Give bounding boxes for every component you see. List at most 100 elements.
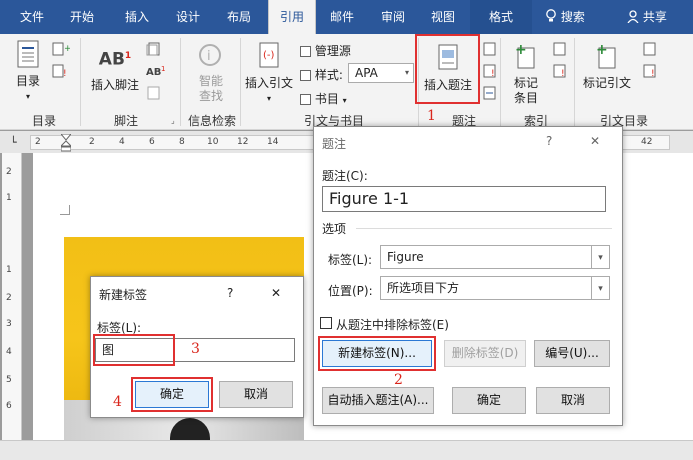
- add-text-icon[interactable]: +: [52, 42, 72, 59]
- chevron-down-icon: ▾: [266, 94, 271, 103]
- annotation-step-3: 3: [191, 341, 200, 357]
- tab-layout[interactable]: 布局: [219, 0, 259, 34]
- annotation-step-2: 2: [394, 372, 403, 388]
- next-footnote-icon[interactable]: AB 1: [146, 64, 168, 81]
- show-notes-icon[interactable]: [146, 86, 162, 103]
- position-dropdown[interactable]: 所选项目下方 ▾: [380, 276, 610, 300]
- chevron-down-icon: ▾: [404, 68, 409, 77]
- highlight-ok-button: [131, 377, 213, 412]
- share-button[interactable]: 共享: [622, 0, 672, 34]
- toc-button[interactable]: 目录 ▾: [8, 40, 48, 106]
- margin-corner-mark: [60, 205, 70, 215]
- group-separator: [180, 38, 181, 126]
- tab-review[interactable]: 审阅: [373, 0, 413, 34]
- annotation-step-4: 4: [113, 394, 122, 410]
- highlight-new-label: [318, 336, 436, 371]
- lightbulb-icon: [546, 9, 556, 22]
- footnote-icon: AB1: [98, 49, 132, 70]
- cross-reference-icon[interactable]: [482, 86, 498, 103]
- tab-view[interactable]: 视图: [423, 0, 463, 34]
- svg-text:+: +: [596, 42, 608, 58]
- dialog-launcher-icon[interactable]: ⌟: [171, 116, 175, 125]
- dialog-title: 题注: [322, 137, 347, 151]
- autocaption-button[interactable]: 自动插入题注(A)...: [322, 387, 434, 414]
- new-label-cancel-button[interactable]: 取消: [219, 381, 293, 408]
- update-table-icon[interactable]: !: [52, 64, 70, 81]
- group-label-toc: 目录: [31, 114, 56, 128]
- insert-table-of-figures-icon[interactable]: [482, 42, 498, 59]
- tab-insert[interactable]: 插入: [117, 0, 157, 34]
- close-icon[interactable]: ✕: [590, 134, 600, 148]
- svg-text:!: !: [561, 69, 565, 78]
- person-icon: [627, 10, 639, 24]
- update-index-icon[interactable]: !: [552, 64, 568, 81]
- divider: [356, 228, 612, 229]
- group-separator: [574, 38, 575, 126]
- update-toa-icon[interactable]: !: [642, 64, 658, 81]
- caption-cancel-button[interactable]: 取消: [536, 387, 610, 414]
- chevron-down-icon: ▾: [591, 246, 609, 268]
- tab-references[interactable]: 引用: [268, 0, 316, 34]
- svg-text:i: i: [207, 49, 211, 64]
- help-button[interactable]: ?: [546, 134, 552, 148]
- highlight-label-input: [93, 334, 175, 366]
- svg-text:AB: AB: [146, 67, 161, 78]
- tab-stop-selector[interactable]: └: [10, 136, 17, 149]
- indent-marker[interactable]: [59, 133, 73, 152]
- exclude-label-checkbox[interactable]: [320, 317, 332, 329]
- group-separator: [80, 38, 81, 126]
- exclude-label-text: 从题注中排除标签(E): [336, 318, 449, 332]
- caption-field-label: 题注(C):: [322, 169, 368, 183]
- svg-text:!: !: [63, 69, 67, 78]
- ribbon-tab-bar: 文件 开始 插入 设计 布局 引用 邮件 审阅 视图 格式 搜索 共享: [0, 0, 693, 34]
- position-field-label: 位置(P):: [328, 284, 373, 298]
- manage-sources-button[interactable]: 管理源: [300, 42, 351, 59]
- caption-ok-button[interactable]: 确定: [452, 387, 526, 414]
- smart-lookup-button[interactable]: i 智能 查找: [190, 42, 232, 108]
- tab-design[interactable]: 设计: [168, 0, 208, 34]
- search-icon: i: [199, 44, 221, 66]
- mark-entry-icon: +: [515, 42, 535, 69]
- status-bar: [0, 440, 693, 460]
- insert-endnote-icon[interactable]: [146, 42, 164, 59]
- tab-file[interactable]: 文件: [12, 0, 52, 34]
- tell-me-search[interactable]: 搜索: [540, 0, 590, 34]
- group-separator: [240, 38, 241, 126]
- tab-format[interactable]: 格式: [470, 0, 532, 34]
- mark-entry-button[interactable]: + 标记 条目: [504, 42, 548, 110]
- chevron-down-icon: ▾: [342, 96, 347, 105]
- dialog-title: 新建标签: [99, 288, 148, 302]
- svg-text:!: !: [651, 69, 655, 78]
- numbering-button[interactable]: 编号(U)...: [534, 340, 610, 367]
- caption-input[interactable]: Figure 1-1: [322, 186, 606, 212]
- mark-citation-button[interactable]: + 标记引文: [578, 42, 636, 102]
- update-table-icon[interactable]: !: [482, 64, 498, 81]
- svg-text:1: 1: [161, 65, 165, 73]
- mark-citation-icon: +: [596, 42, 616, 69]
- vertical-ruler[interactable]: 2 1 1 2 3 4 5 6: [2, 153, 22, 440]
- toc-icon: [17, 40, 39, 68]
- caption-dialog: 题注 ? ✕ 题注(C): Figure 1-1 选项 标签(L): Figur…: [313, 126, 623, 426]
- group-label-research: 信息检索: [187, 114, 236, 128]
- options-heading: 选项: [322, 222, 347, 236]
- svg-text:(-): (-): [263, 50, 275, 61]
- citation-icon: (-): [259, 42, 279, 68]
- tab-mailings[interactable]: 邮件: [322, 0, 362, 34]
- insert-toa-icon[interactable]: [642, 42, 658, 59]
- delete-label-button[interactable]: 删除标签(D): [444, 340, 526, 367]
- tab-home[interactable]: 开始: [62, 0, 102, 34]
- svg-text:+: +: [64, 44, 70, 54]
- annotation-step-1: 1: [427, 108, 436, 124]
- bibliography-button[interactable]: 书目 ▾: [300, 90, 347, 107]
- close-icon[interactable]: ✕: [271, 286, 281, 300]
- insert-footnote-button[interactable]: AB1 插入脚注: [88, 44, 142, 106]
- bibliography-icon: [300, 94, 311, 105]
- label-dropdown[interactable]: Figure ▾: [380, 245, 610, 269]
- help-button[interactable]: ?: [227, 286, 233, 300]
- svg-text:!: !: [491, 69, 495, 78]
- group-separator: [500, 38, 501, 126]
- label-field-label: 标签(L):: [328, 253, 373, 267]
- insert-citation-button[interactable]: (-) 插入引文 ▾: [242, 42, 296, 108]
- citation-style-dropdown[interactable]: APA ▾: [348, 63, 414, 83]
- insert-index-icon[interactable]: [552, 42, 568, 59]
